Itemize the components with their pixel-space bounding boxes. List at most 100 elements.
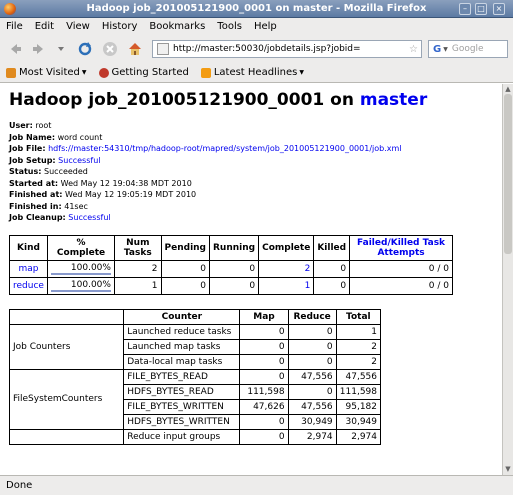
kind-cell[interactable]: map — [9, 259, 48, 278]
scroll-down-icon[interactable]: ▼ — [504, 465, 512, 473]
status-text: Done — [6, 480, 33, 491]
tasks-table: Kind % Complete Num Tasks Pending Runnin… — [9, 234, 453, 295]
table-row: Reduce input groups 0 2,974 2,974 — [8, 428, 382, 445]
counter-name-cell: Reduce input groups — [123, 428, 241, 445]
map-value-cell: 0 — [239, 368, 289, 385]
bookmark-label: Latest Headlines — [213, 67, 298, 78]
search-engine-dropdown-icon[interactable]: ▼ — [443, 46, 448, 53]
counter-group-cell: FileSystemCounters — [8, 368, 125, 430]
chevron-down-icon — [58, 47, 64, 51]
google-search-engine-icon[interactable]: G — [433, 44, 441, 55]
info-finished-at: Finished at: Wed May 12 19:05:19 MDT 201… — [9, 190, 197, 199]
info-job-file: Job File: hdfs://master:54310/tmp/hadoop… — [9, 144, 402, 153]
percent-complete-cell: 100.00% — [46, 259, 116, 278]
reduce-link[interactable]: reduce — [13, 281, 44, 291]
counters-table: Counter Map Reduce Total Job Counters La… — [8, 308, 382, 445]
counter-group-cell: Job Counters — [8, 323, 125, 370]
job-info: User: root Job Name: word count Job File… — [9, 120, 493, 224]
info-user: User: root — [9, 121, 52, 130]
search-placeholder[interactable]: Google — [452, 44, 484, 54]
history-dropdown[interactable] — [52, 40, 70, 58]
reduce-value-cell: 30,949 — [287, 413, 337, 430]
chevron-down-icon: ▼ — [81, 69, 87, 76]
killed-cell: 0 — [313, 259, 351, 278]
reduce-complete-link[interactable]: 1 — [305, 281, 311, 291]
killed-cell: 0 — [313, 276, 351, 295]
home-button[interactable] — [126, 40, 144, 58]
back-button[interactable] — [6, 40, 24, 58]
job-file-link[interactable]: hdfs://master:54310/tmp/hadoop-root/mapr… — [48, 144, 401, 153]
back-arrow-icon — [11, 44, 21, 54]
reload-button[interactable] — [76, 40, 94, 58]
total-value-cell: 1 — [335, 323, 382, 340]
counter-group-cell — [8, 428, 125, 445]
map-value-cell: 0 — [239, 338, 289, 355]
map-value-cell: 0 — [239, 323, 289, 340]
table-row: reduce 100.00% 1 0 0 1 0 0 / 0 — [9, 276, 453, 295]
kind-cell[interactable]: reduce — [9, 276, 48, 295]
col-complete: Complete — [258, 234, 315, 261]
scrollbar-thumb[interactable] — [504, 94, 512, 254]
col-kind: Kind — [9, 234, 48, 261]
total-value-cell: 95,182 — [335, 398, 382, 415]
info-finished-in: Finished in: 41sec — [9, 201, 88, 211]
map-complete-link[interactable]: 2 — [305, 264, 311, 274]
bookmark-most-visited[interactable]: Most Visited ▼ — [6, 67, 87, 78]
vertical-scrollbar[interactable]: ▲ ▼ — [502, 84, 513, 475]
map-link[interactable]: map — [18, 264, 38, 274]
stop-button[interactable] — [101, 40, 119, 58]
reduce-value-cell: 47,556 — [287, 398, 337, 415]
job-cleanup-link[interactable]: Successful — [68, 213, 110, 222]
search-box[interactable]: G ▼ Google — [428, 40, 508, 58]
bookmark-latest-headlines[interactable]: Latest Headlines ▼ — [200, 67, 304, 78]
complete-cell[interactable]: 2 — [258, 259, 315, 278]
total-value-cell: 47,556 — [335, 368, 382, 385]
progress-bar: 100.00% — [50, 280, 111, 292]
table-row: map 100.00% 2 0 0 2 0 0 / 0 — [9, 259, 453, 278]
menu-history[interactable]: History — [102, 21, 138, 32]
col-pending: Pending — [160, 234, 211, 261]
close-window-button[interactable]: × — [493, 3, 505, 15]
counters-header-row: Counter Map Reduce Total — [8, 308, 382, 325]
firefox-bookmark-icon — [98, 67, 109, 78]
col-running: Running — [208, 234, 260, 261]
table-row: FileSystemCounters FILE_BYTES_READ 0 47,… — [8, 368, 382, 430]
maximize-button[interactable]: □ — [475, 3, 487, 15]
menu-bar: File Edit View History Bookmarks Tools H… — [0, 18, 513, 35]
url-text[interactable]: http://master:50030/jobdetails.jsp?jobid… — [173, 44, 409, 54]
bookmark-getting-started[interactable]: Getting Started — [98, 67, 189, 78]
job-setup-link[interactable]: Successful — [58, 156, 100, 165]
menu-tools[interactable]: Tools — [217, 21, 242, 32]
forward-button[interactable] — [30, 40, 48, 58]
failed-killed-cell: 0 / 0 — [349, 259, 453, 278]
col-killed: Killed — [313, 234, 351, 261]
counter-name-cell: Launched reduce tasks — [123, 323, 241, 340]
pending-cell: 0 — [160, 276, 211, 295]
col-failed-killed[interactable]: Failed/Killed Task Attempts — [349, 234, 453, 261]
scroll-up-icon[interactable]: ▲ — [504, 85, 512, 93]
menu-file[interactable]: File — [6, 21, 23, 32]
complete-cell[interactable]: 1 — [258, 276, 315, 295]
table-row: Job Counters Launched reduce tasks 0 0 1 — [8, 323, 382, 370]
menu-help[interactable]: Help — [254, 21, 277, 32]
minimize-button[interactable]: – — [459, 3, 471, 15]
counter-name-cell: Launched map tasks — [123, 338, 241, 355]
failed-killed-attempts-link[interactable]: Failed/Killed Task Attempts — [357, 238, 445, 258]
bookmark-star-icon[interactable]: ☆ — [409, 44, 418, 55]
map-value-cell: 0 — [239, 413, 289, 430]
percent-complete-cell: 100.00% — [46, 276, 116, 295]
col-map: Map — [239, 308, 289, 325]
url-bar[interactable]: http://master:50030/jobdetails.jsp?jobid… — [152, 40, 422, 58]
menu-view[interactable]: View — [66, 21, 90, 32]
progress-bar: 100.00% — [50, 263, 111, 275]
chevron-down-icon: ▼ — [299, 69, 304, 76]
total-value-cell: 2,974 — [335, 428, 382, 445]
map-value-cell: 0 — [239, 428, 289, 445]
bookmark-label: Most Visited — [19, 67, 80, 78]
col-total: Total — [335, 308, 382, 325]
menu-edit[interactable]: Edit — [35, 21, 54, 32]
master-link[interactable]: master — [360, 90, 427, 110]
menu-bookmarks[interactable]: Bookmarks — [149, 21, 205, 32]
counter-name-cell: HDFS_BYTES_READ — [123, 383, 241, 400]
running-cell: 0 — [208, 276, 260, 295]
